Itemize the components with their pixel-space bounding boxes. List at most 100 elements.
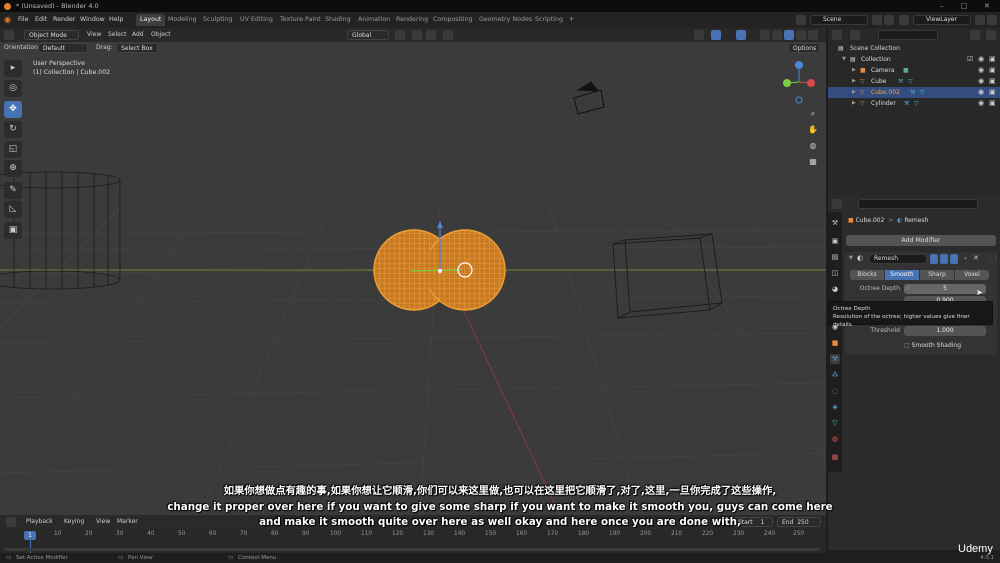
- eye-icon[interactable]: ◉: [978, 87, 984, 98]
- rotate-tool-icon[interactable]: ↻: [4, 121, 22, 138]
- overlay-toggle-icon[interactable]: [736, 30, 746, 40]
- solid-shading-icon[interactable]: [784, 30, 794, 40]
- particles-tab-icon[interactable]: ⁂: [830, 370, 840, 380]
- data-tab-icon[interactable]: ▽: [830, 418, 840, 428]
- octree-depth-field[interactable]: ‹ 5: [904, 284, 986, 294]
- menu-object[interactable]: Object: [151, 30, 171, 40]
- scene-tab-icon[interactable]: ◕: [830, 284, 840, 294]
- menu-help[interactable]: Help: [109, 15, 123, 25]
- material-shading-icon[interactable]: [796, 30, 806, 40]
- tab-animation[interactable]: Animation: [354, 14, 394, 26]
- render-tab-icon[interactable]: ▣: [830, 236, 840, 246]
- checkbox-icon[interactable]: ☑: [967, 54, 973, 65]
- rendered-shading-icon[interactable]: [808, 30, 818, 40]
- viewport-toggle-icon[interactable]: [940, 254, 948, 264]
- proportional-editing-icon[interactable]: [443, 30, 453, 40]
- close-button[interactable]: ✕: [984, 0, 990, 12]
- timeline-scrollbar[interactable]: [4, 548, 820, 551]
- select-tool-icon[interactable]: ▸: [4, 60, 22, 77]
- zoom-view-icon[interactable]: ⌕: [806, 107, 820, 121]
- tab-rendering[interactable]: Rendering: [392, 14, 432, 26]
- new-scene-icon[interactable]: [872, 15, 882, 25]
- drag-handle-icon[interactable]: ⋮⋮: [987, 254, 999, 261]
- options-dropdown[interactable]: Options: [788, 43, 820, 53]
- delete-scene-icon[interactable]: [884, 15, 894, 25]
- blender-menu-icon[interactable]: ◉: [4, 15, 11, 25]
- tab-modeling[interactable]: Modeling: [164, 14, 201, 26]
- outliner-row-camera[interactable]: ▶ ■ Camera ■ ◉ ▣: [828, 65, 1000, 76]
- output-tab-icon[interactable]: ▤: [830, 252, 840, 262]
- outliner-row-cube[interactable]: ▶ ▽ Cube ⚒ ▽ ◉ ▣: [828, 76, 1000, 87]
- mode-blocks-button[interactable]: Blocks: [850, 270, 884, 280]
- move-tool-icon[interactable]: ✥: [4, 101, 22, 118]
- menu-edit[interactable]: Edit: [35, 15, 47, 25]
- perspective-toggle-icon[interactable]: ▦: [806, 155, 820, 169]
- outliner-row-scene-collection[interactable]: ▤ Scene Collection: [828, 43, 1000, 54]
- camera-view-icon[interactable]: ◍: [806, 139, 820, 153]
- pan-view-icon[interactable]: ✋: [806, 123, 820, 137]
- menu-add[interactable]: Add: [132, 30, 144, 40]
- menu-keying[interactable]: Keying: [64, 517, 84, 527]
- display-mode-icon[interactable]: [850, 30, 860, 40]
- gizmo-toggle-icon[interactable]: [711, 30, 721, 40]
- camera-render-icon[interactable]: ▣: [989, 87, 996, 98]
- mode-smooth-button[interactable]: Smooth: [885, 270, 919, 280]
- tab-sculpting[interactable]: Sculpting: [199, 14, 236, 26]
- eye-icon[interactable]: ◉: [978, 54, 984, 65]
- camera-render-icon[interactable]: ▣: [989, 76, 996, 87]
- tab-texture-paint[interactable]: Texture Paint: [276, 14, 325, 26]
- menu-window[interactable]: Window: [80, 15, 105, 25]
- snap-target-icon[interactable]: [426, 30, 436, 40]
- 3d-viewport[interactable]: User Perspective (1) Collection | Cube.0…: [0, 28, 826, 515]
- menu-select[interactable]: Select: [108, 30, 127, 40]
- measure-tool-icon[interactable]: ◺: [4, 201, 22, 218]
- outliner-row-collection[interactable]: ▼ ▤ Collection ☑ ◉ ▣: [828, 54, 1000, 65]
- render-toggle-icon[interactable]: [950, 254, 958, 264]
- smooth-shading-checkbox[interactable]: □ Smooth Shading: [904, 341, 989, 350]
- snapping-icon[interactable]: [412, 30, 422, 40]
- threshold-field[interactable]: 1.000: [904, 326, 986, 336]
- properties-editor-type-icon[interactable]: [832, 199, 842, 209]
- expand-arrow-icon[interactable]: ▶: [852, 65, 856, 76]
- properties-search-input[interactable]: [858, 199, 978, 209]
- tool-tab-icon[interactable]: ⚒: [830, 218, 840, 228]
- mode-sharp-button[interactable]: Sharp: [920, 270, 954, 280]
- expand-arrow-icon[interactable]: ▶: [852, 76, 856, 87]
- tab-geometry-nodes[interactable]: Geometry Nodes: [475, 14, 536, 26]
- outliner-row-cube-002[interactable]: ▶ ▽ Cube.002 ⚒ ▽ ◉ ▣: [828, 87, 1000, 98]
- maximize-button[interactable]: □: [961, 0, 968, 12]
- material-tab-icon[interactable]: ◍: [830, 434, 840, 444]
- constraints-tab-icon[interactable]: ◈: [830, 402, 840, 412]
- eye-icon[interactable]: ◉: [978, 76, 984, 87]
- drag-dropdown[interactable]: Select Box: [116, 43, 158, 53]
- scene-selector-icon[interactable]: [796, 15, 806, 25]
- view-layer-tab-icon[interactable]: ◫: [830, 268, 840, 278]
- camera-render-icon[interactable]: ▣: [989, 54, 996, 65]
- camera-render-icon[interactable]: ▣: [989, 98, 996, 109]
- xray-toggle-icon[interactable]: [760, 30, 770, 40]
- menu-timeline-view[interactable]: View: [96, 517, 110, 527]
- tab-shading[interactable]: Shading: [321, 14, 355, 26]
- add-modifier-button[interactable]: Add Modifier: [846, 235, 996, 246]
- transform-tool-icon[interactable]: ⊕: [4, 160, 22, 177]
- filter-icon[interactable]: [970, 30, 980, 40]
- menu-file[interactable]: File: [18, 15, 29, 25]
- mode-voxel-button[interactable]: Voxel: [955, 270, 989, 280]
- add-workspace-button[interactable]: +: [565, 14, 578, 26]
- edit-mode-toggle-icon[interactable]: [930, 254, 938, 264]
- cursor-tool-icon[interactable]: ◎: [4, 80, 22, 97]
- scale-tool-icon[interactable]: ◱: [4, 141, 22, 158]
- object-mode-dropdown[interactable]: Object Mode: [24, 30, 79, 40]
- view-layer-icon[interactable]: [899, 15, 909, 25]
- outliner-search-input[interactable]: [878, 30, 938, 40]
- tab-layout[interactable]: Layout: [136, 14, 166, 26]
- expand-arrow-icon[interactable]: ▼: [842, 54, 846, 65]
- outliner-row-cylinder[interactable]: ▶ ▽ Cylinder ⚒ ▽ ◉ ▣: [828, 98, 1000, 109]
- object-tab-icon[interactable]: ■: [830, 338, 840, 348]
- camera-render-icon[interactable]: ▣: [989, 65, 996, 76]
- menu-view[interactable]: View: [87, 30, 101, 40]
- new-view-layer-icon[interactable]: [975, 15, 985, 25]
- tab-scripting[interactable]: Scripting: [531, 14, 567, 26]
- view-layer-field[interactable]: ViewLayer: [913, 15, 971, 25]
- eye-icon[interactable]: ◉: [978, 98, 984, 109]
